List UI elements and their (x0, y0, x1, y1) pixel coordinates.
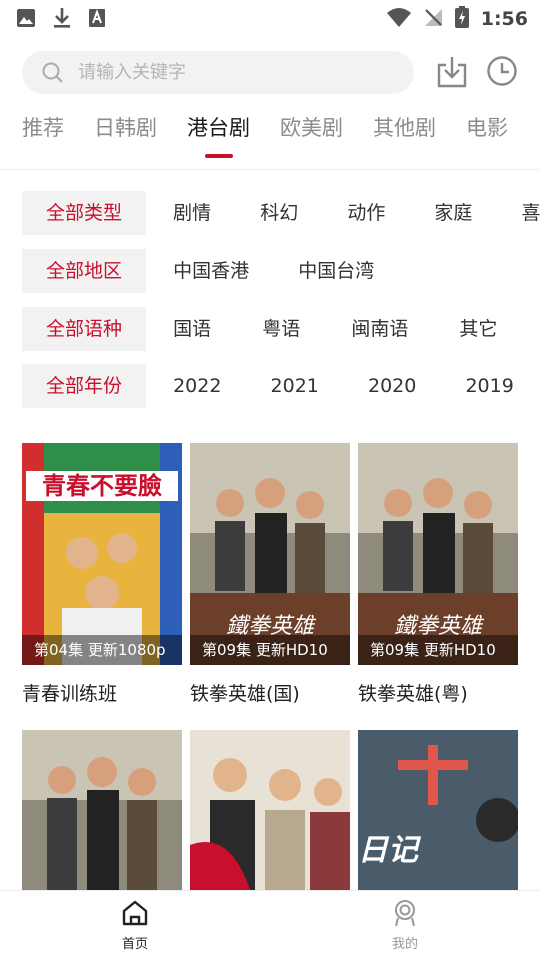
bottom-nav: 首页 我的 (0, 890, 540, 961)
text-icon (88, 8, 106, 32)
download-box-icon[interactable] (436, 55, 468, 93)
genre-filter-row: 全部类型 剧情 科幻 动作 家庭 喜 (22, 191, 540, 235)
wifi-icon (386, 7, 411, 31)
region-filter-row: 全部地区 中国香港 中国台湾 (22, 249, 374, 293)
filter-option[interactable]: 动作 (347, 191, 385, 235)
image-icon (16, 8, 36, 32)
poster-image: 日记 (358, 730, 518, 890)
filter-region-all[interactable]: 全部地区 (22, 249, 146, 293)
tab-hktw[interactable]: 港台剧 (187, 112, 250, 158)
category-tabs: 推荐 日韩剧 港台剧 欧美剧 其他剧 电影 (22, 112, 538, 162)
nav-mine-label: 我的 (391, 937, 418, 952)
filter-option[interactable]: 科幻 (260, 191, 298, 235)
tab-hktw-label: 港台剧 (187, 116, 250, 140)
profile-icon (391, 900, 419, 931)
show-card[interactable] (190, 730, 350, 890)
filter-option[interactable]: 中国台湾 (298, 249, 374, 293)
tab-western[interactable]: 欧美剧 (280, 112, 343, 142)
filter-option[interactable]: 2020 (368, 364, 416, 408)
poster-image (190, 730, 350, 890)
filter-option[interactable]: 粤语 (262, 307, 300, 351)
search-box[interactable] (22, 51, 414, 94)
poster-title-art: 日记 (358, 833, 418, 868)
filter-option[interactable]: 2022 (173, 364, 221, 408)
episode-badge: 第04集 更新1080p (22, 635, 182, 665)
filter-language-all[interactable]: 全部语种 (22, 307, 146, 351)
show-card[interactable]: 日记 (358, 730, 518, 890)
nav-mine[interactable]: 我的 (365, 899, 445, 952)
filter-option[interactable]: 中国香港 (173, 249, 249, 293)
download-icon (52, 7, 72, 33)
year-filter-row: 全部年份 2022 2021 2020 2019 (22, 364, 514, 408)
poster-title-art: 青春不要臉 (42, 472, 162, 500)
show-title: 青春训练班 (22, 683, 118, 705)
show-title: 铁拳英雄(粤) (358, 683, 468, 705)
tab-movies[interactable]: 电影 (466, 112, 508, 142)
active-tab-indicator (204, 154, 233, 158)
show-title: 铁拳英雄(国) (190, 683, 300, 705)
episode-badge: 第09集 更新HD10 (190, 635, 350, 665)
tab-recommend[interactable]: 推荐 (22, 112, 64, 142)
status-bar: 1:56 (0, 0, 540, 36)
show-card[interactable] (22, 730, 182, 890)
poster-image: 青春不要臉 第04集 更新1080p (22, 443, 182, 665)
show-card[interactable]: 鐵拳英雄 第09集 更新HD10 铁拳英雄(国) (190, 443, 350, 706)
filter-year-all[interactable]: 全部年份 (22, 364, 146, 408)
battery-charging-icon (454, 6, 469, 32)
show-card[interactable]: 青春不要臉 第04集 更新1080p 青春训练班 (22, 443, 182, 706)
filter-option[interactable]: 2019 (465, 364, 513, 408)
filter-genre-all[interactable]: 全部类型 (22, 191, 146, 235)
nav-home-label: 首页 (121, 937, 148, 952)
no-signal-icon (423, 7, 443, 31)
poster-image: 鐵拳英雄 第09集 更新HD10 (190, 443, 350, 665)
episode-badge: 第09集 更新HD10 (358, 635, 518, 665)
filter-option[interactable]: 2021 (271, 364, 319, 408)
poster-image: 鐵拳英雄 第09集 更新HD10 (358, 443, 518, 665)
filter-option[interactable]: 剧情 (173, 191, 211, 235)
filter-option[interactable]: 闽南语 (351, 307, 408, 351)
search-icon (42, 62, 64, 84)
clock-time: 1:56 (480, 8, 528, 30)
history-clock-icon[interactable] (486, 55, 518, 91)
search-input[interactable] (76, 61, 380, 84)
filter-option[interactable]: 家庭 (434, 191, 472, 235)
filter-option[interactable]: 国语 (173, 307, 211, 351)
divider (0, 169, 540, 170)
home-icon (121, 900, 149, 931)
poster-image (22, 730, 182, 890)
filter-option[interactable]: 其它 (459, 307, 497, 351)
language-filter-row: 全部语种 国语 粤语 闽南语 其它 (22, 307, 497, 351)
show-card[interactable]: 鐵拳英雄 第09集 更新HD10 铁拳英雄(粤) (358, 443, 518, 706)
nav-home[interactable]: 首页 (95, 899, 175, 952)
tab-jpkr[interactable]: 日韩剧 (94, 112, 157, 142)
filter-option[interactable]: 喜 (522, 191, 540, 235)
tab-other[interactable]: 其他剧 (373, 112, 436, 142)
